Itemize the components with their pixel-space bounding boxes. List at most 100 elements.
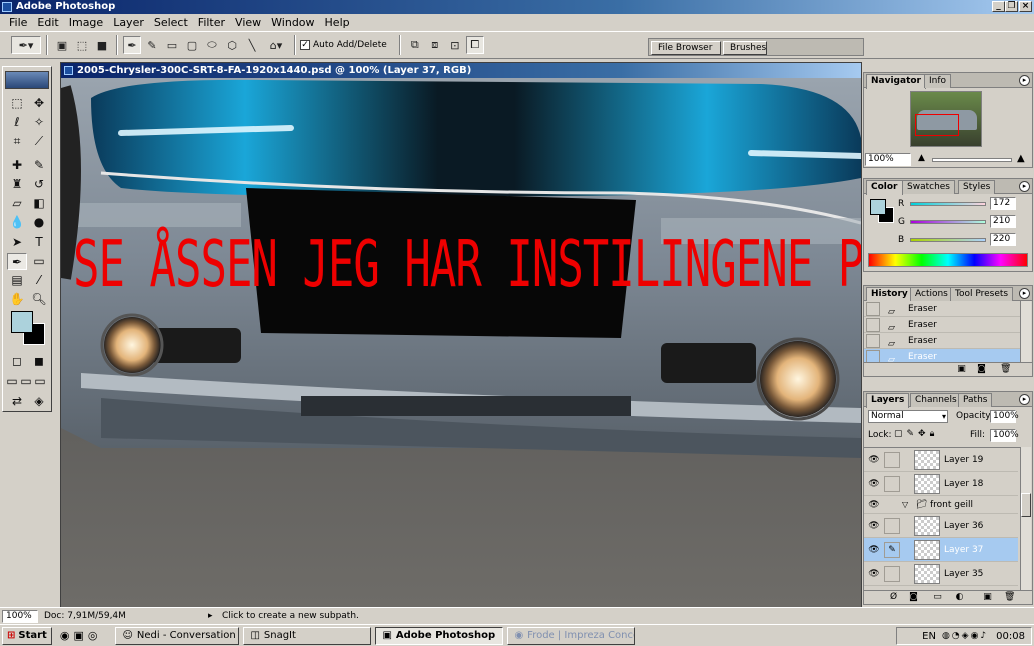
marquee-tool-icon[interactable]: ⬚: [7, 95, 27, 112]
navigator-zoom-field[interactable]: 100%: [865, 153, 911, 166]
clone-stamp-tool-icon[interactable]: ♜: [7, 176, 27, 193]
green-value[interactable]: 210: [990, 215, 1016, 228]
polygon-option[interactable]: ⬡: [223, 36, 241, 54]
new-layer-icon[interactable]: ▣: [982, 592, 993, 603]
notes-tool-icon[interactable]: ▤: [7, 272, 27, 289]
standard-mode-icon[interactable]: ◻: [7, 353, 27, 370]
taskbar-item[interactable]: ◉Frode | Impreza Concept...: [507, 626, 636, 645]
eye-icon[interactable]: 👁︎: [866, 452, 882, 468]
history-brush-tool-icon[interactable]: ↺: [29, 176, 49, 193]
new-snapshot-icon[interactable]: ◙: [976, 364, 987, 375]
taskbar-item[interactable]: ◫ SnagIt: [243, 626, 372, 645]
dodge-tool-icon[interactable]: ●: [29, 214, 49, 231]
navigator-zoom-slider[interactable]: [932, 158, 1012, 162]
jump-to-imageready-icon[interactable]: ⇄: [7, 393, 27, 410]
close-button[interactable]: ×: [1019, 1, 1032, 12]
layer-row[interactable]: 👁︎ Layer 19: [864, 448, 1018, 472]
lasso-tool-icon[interactable]: ℓ: [7, 114, 27, 131]
fill-field[interactable]: 100%: [990, 429, 1019, 442]
blur-tool-icon[interactable]: 💧: [7, 214, 27, 231]
eye-icon[interactable]: 👁︎: [866, 566, 882, 582]
eye-icon[interactable]: 👁︎: [866, 518, 882, 534]
full-screen-mode-icon[interactable]: ▭: [33, 373, 47, 390]
color-foreground-swatch[interactable]: [870, 199, 886, 215]
layer-row[interactable]: 👁︎ Layer 18: [864, 472, 1018, 496]
taskbar-item[interactable]: ☺ Nedi - Conversation: [115, 626, 240, 645]
tab-tool-presets[interactable]: Tool Presets: [950, 287, 1014, 301]
pen-tool-option[interactable]: ✒: [123, 36, 141, 54]
full-screen-menu-mode-icon[interactable]: ▭: [19, 373, 33, 390]
blue-value[interactable]: 220: [990, 233, 1016, 246]
new-set-icon[interactable]: ▭: [932, 592, 943, 603]
hand-tool-icon[interactable]: ✋: [7, 291, 27, 308]
eye-icon[interactable]: 👁︎: [866, 542, 882, 558]
quick-mask-mode-icon[interactable]: ◼: [29, 353, 49, 370]
menu-help[interactable]: Help: [320, 16, 355, 29]
menu-edit[interactable]: Edit: [32, 16, 63, 29]
shape-tool-icon[interactable]: ▭: [29, 253, 49, 270]
layer-group-row[interactable]: 👁︎ ▽ 📁︎ front geill: [864, 496, 1018, 514]
tab-navigator[interactable]: Navigator: [866, 74, 926, 89]
subtract-shape-area-button[interactable]: ⧈: [426, 36, 444, 54]
history-scrollbar[interactable]: [1020, 301, 1031, 363]
intersect-shape-area-button[interactable]: ⊡: [446, 36, 464, 54]
trash-icon[interactable]: 🗑︎: [1000, 364, 1011, 375]
menu-file[interactable]: File: [4, 16, 32, 29]
tab-history[interactable]: History: [866, 287, 913, 302]
layer-row[interactable]: 👁︎ Layer 35: [864, 562, 1018, 586]
color-ramp[interactable]: [868, 253, 1028, 267]
palette-menu-icon[interactable]: ▸: [1019, 75, 1030, 86]
opacity-field[interactable]: 100%: [990, 410, 1019, 423]
menu-view[interactable]: View: [230, 16, 266, 29]
auto-add-delete-checkbox[interactable]: ✓: [300, 40, 310, 50]
eye-icon[interactable]: 👁︎: [866, 476, 882, 492]
navigator-thumbnail[interactable]: [910, 91, 982, 147]
quick-launch[interactable]: ◉▣◎: [60, 629, 102, 642]
crop-tool-icon[interactable]: ⌗: [7, 133, 27, 150]
custom-shape-option[interactable]: ⌂▾: [263, 36, 289, 54]
history-item[interactable]: ▱ Eraser: [864, 301, 1020, 317]
eye-icon[interactable]: 👁︎: [866, 497, 882, 513]
tab-color[interactable]: Color: [866, 180, 903, 195]
line-option[interactable]: ╲: [243, 36, 261, 54]
layers-scrollbar[interactable]: [1020, 447, 1031, 591]
eraser-tool-icon[interactable]: ▱: [7, 195, 27, 212]
image-canvas[interactable]: SE ÅSSEN JEG HAR INSTILINGENE PÅ pen too…: [61, 78, 861, 608]
palette-menu-icon[interactable]: ▸: [1019, 394, 1030, 405]
eyedropper-tool-icon[interactable]: ⁄: [29, 272, 49, 289]
blend-mode-select[interactable]: Normal ▾: [868, 410, 948, 423]
file-browser-tab[interactable]: File Browser: [651, 41, 721, 55]
palette-menu-icon[interactable]: ▸: [1019, 181, 1030, 192]
healing-brush-tool-icon[interactable]: ✚: [7, 157, 27, 174]
scroll-thumb[interactable]: [1021, 493, 1031, 517]
palette-menu-icon[interactable]: ▸: [1019, 288, 1030, 299]
lock-options-icon[interactable]: ▢✎✥🔒︎: [894, 429, 938, 439]
rectangle-option[interactable]: ▭: [163, 36, 181, 54]
add-to-shape-area-button[interactable]: ⧉: [406, 36, 424, 54]
adjustment-layer-icon[interactable]: ◐: [954, 592, 965, 603]
doc-size-info[interactable]: Doc: 7,91M/59,4M: [44, 611, 204, 621]
menu-layer[interactable]: Layer: [108, 16, 149, 29]
chevron-down-icon[interactable]: ▽: [902, 496, 908, 514]
type-tool-icon[interactable]: T: [29, 234, 49, 251]
restore-button[interactable]: ❐: [1005, 1, 1018, 12]
freeform-pen-option[interactable]: ✎: [143, 36, 161, 54]
rounded-rectangle-option[interactable]: ▢: [183, 36, 201, 54]
tab-swatches[interactable]: Swatches: [902, 180, 955, 194]
ellipse-option[interactable]: ⬭: [203, 36, 221, 54]
minimize-button[interactable]: _: [992, 1, 1005, 12]
slice-tool-icon[interactable]: ⟋: [29, 133, 49, 150]
language-indicator[interactable]: EN: [922, 631, 936, 642]
menu-image[interactable]: Image: [64, 16, 108, 29]
standard-screen-mode-icon[interactable]: ▭: [5, 373, 19, 390]
green-slider[interactable]: [910, 220, 986, 224]
layer-style-icon[interactable]: Ø: [888, 592, 899, 603]
tab-info[interactable]: Info: [924, 74, 952, 88]
tab-styles[interactable]: Styles: [958, 180, 996, 194]
brushes-tab[interactable]: Brushes: [723, 41, 767, 55]
start-button[interactable]: ⊞ Start: [2, 626, 52, 645]
taskbar-item-active[interactable]: ▣ Adobe Photoshop: [375, 626, 504, 645]
zoom-out-icon[interactable]: ▲: [918, 153, 925, 163]
layer-row[interactable]: 👁︎ Layer 36: [864, 514, 1018, 538]
tab-paths[interactable]: Paths: [958, 393, 993, 407]
